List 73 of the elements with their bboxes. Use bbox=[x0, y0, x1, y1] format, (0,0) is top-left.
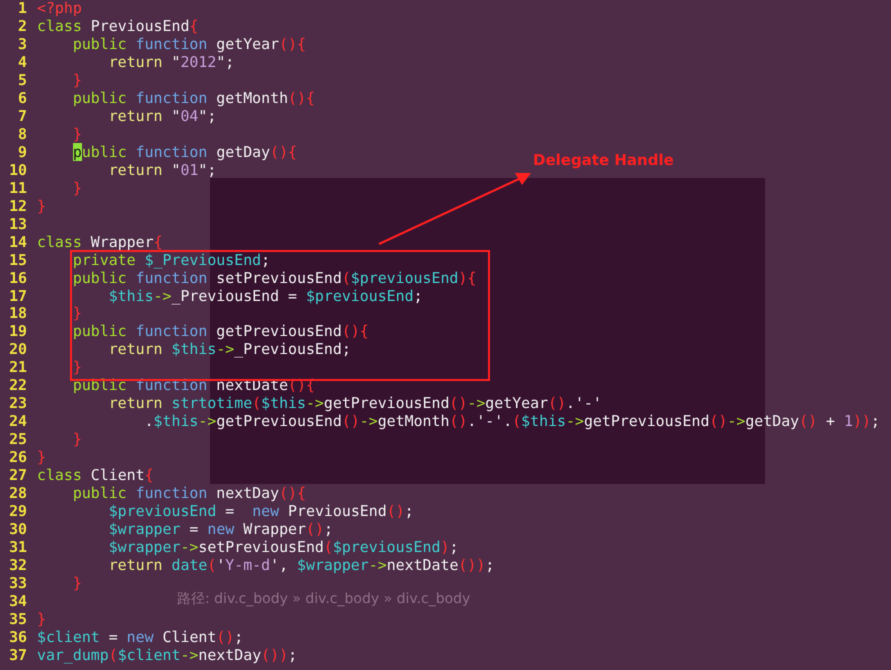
line-number: 6 bbox=[17, 90, 27, 108]
line-number: 25 bbox=[8, 431, 27, 450]
code-line: } bbox=[37, 198, 46, 216]
code-line: $wrapper = new Wrapper(); bbox=[108, 521, 333, 540]
code-line: class PreviousEnd{ bbox=[37, 18, 198, 36]
code-line: public function nextDay(){ bbox=[72, 485, 306, 504]
code-line: $this->_PreviousEnd = $previousEnd; bbox=[108, 288, 423, 306]
line-number: 36 bbox=[8, 628, 27, 647]
line-number: 30 bbox=[8, 521, 27, 540]
line-number: 10 bbox=[8, 162, 27, 180]
line-number: 2 bbox=[17, 18, 27, 36]
line-number: 23 bbox=[8, 395, 27, 414]
line-number: 32 bbox=[8, 557, 27, 575]
code-line: return date('Y-m-d', $wrapper->nextDate()); bbox=[108, 557, 494, 575]
code-line: $wrapper->setPreviousEnd($previousEnd); bbox=[108, 539, 458, 558]
code-line: } bbox=[37, 610, 46, 629]
code-line: return "04"; bbox=[108, 108, 216, 126]
line-number: 4 bbox=[17, 54, 27, 72]
line-number: 18 bbox=[8, 305, 27, 324]
code-line: public function getMonth(){ bbox=[72, 90, 315, 108]
code-line: } bbox=[72, 72, 82, 90]
code-line: $client = new Client(); bbox=[37, 628, 244, 647]
code-line: class Wrapper{ bbox=[37, 234, 163, 252]
line-number: 8 bbox=[17, 126, 27, 144]
line-number: 20 bbox=[8, 341, 27, 360]
code-line: } bbox=[37, 449, 46, 468]
line-number: 11 bbox=[8, 180, 27, 198]
code-line: $previousEnd = new PreviousEnd(); bbox=[108, 503, 414, 522]
line-number: 33 bbox=[8, 575, 27, 593]
code-line: public function setPreviousEnd($previousEnd){ bbox=[72, 270, 476, 288]
line-number: 28 bbox=[8, 485, 27, 504]
line-number: 27 bbox=[8, 467, 27, 486]
line-number: 9 bbox=[17, 144, 27, 162]
code-line: var_dump($client->nextDay()); bbox=[37, 646, 298, 665]
code-line: } bbox=[72, 359, 82, 378]
code-line: return $this->_PreviousEnd; bbox=[108, 341, 351, 360]
line-number: 26 bbox=[8, 449, 27, 468]
line-number: 7 bbox=[17, 108, 27, 126]
line-number: 19 bbox=[8, 323, 27, 342]
code-line: return "2012"; bbox=[108, 54, 234, 72]
code-line: public function getPreviousEnd(){ bbox=[72, 323, 369, 342]
line-number: 14 bbox=[8, 234, 27, 252]
code-line: private $_PreviousEnd; bbox=[72, 252, 270, 270]
line-number: 1 bbox=[17, 0, 27, 18]
code-line: } bbox=[72, 126, 82, 144]
code-line: <?php bbox=[37, 0, 82, 18]
line-number: 15 bbox=[8, 252, 27, 270]
line-number: 29 bbox=[8, 503, 27, 522]
code-line: public function getYear(){ bbox=[72, 36, 306, 54]
line-number: 5 bbox=[17, 72, 27, 90]
line-number: 13 bbox=[8, 216, 27, 234]
line-number: 24 bbox=[8, 413, 27, 432]
line-number: 31 bbox=[8, 539, 27, 558]
code-line: return "01"; bbox=[108, 162, 216, 180]
line-number: 22 bbox=[8, 377, 27, 396]
path-bar-text: 路径: div.c_body » div.c_body » div.c_body bbox=[177, 590, 470, 608]
line-number: 3 bbox=[17, 36, 27, 54]
code-line: } bbox=[72, 431, 82, 450]
line-number: 34 bbox=[8, 592, 27, 611]
code-line: } bbox=[72, 575, 82, 593]
code-line: public function getDay(){ bbox=[72, 144, 298, 162]
line-number: 12 bbox=[8, 198, 27, 216]
line-number: 16 bbox=[8, 270, 27, 288]
line-number: 21 bbox=[8, 359, 27, 378]
line-number: 35 bbox=[8, 610, 27, 629]
annotation-label: Delegate Handle bbox=[533, 151, 674, 169]
code-line: class Client{ bbox=[37, 467, 154, 486]
code-line: } bbox=[72, 180, 82, 198]
line-number: 37 bbox=[8, 646, 27, 665]
code-line: return strtotime($this->getPreviousEnd()->getYear().'-' bbox=[108, 395, 602, 414]
code-line: } bbox=[72, 305, 82, 324]
code-line: .$this->getPreviousEnd()->getMonth().'-'.($this->getPreviousEnd()->getDay() + 1)); bbox=[144, 413, 880, 432]
line-number: 17 bbox=[8, 288, 27, 306]
